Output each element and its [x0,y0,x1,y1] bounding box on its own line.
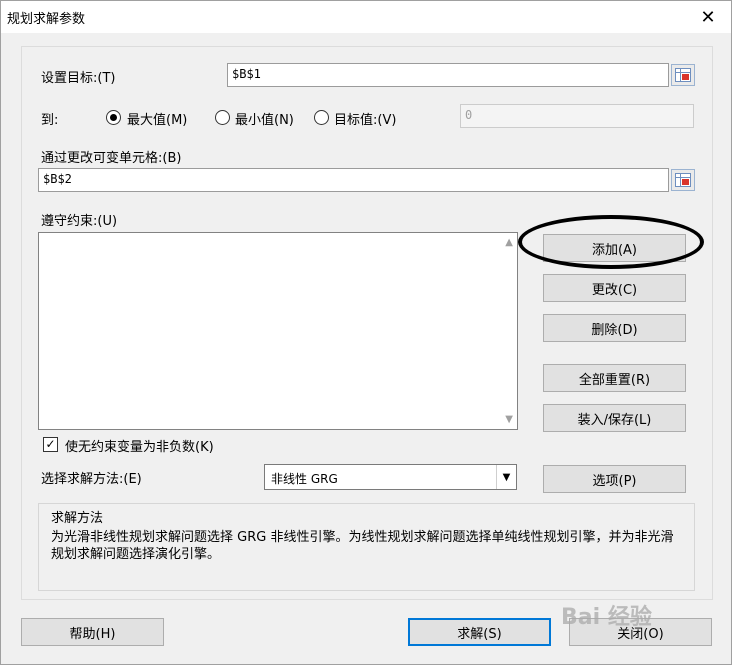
changing-cells-input[interactable]: $B$2 [38,168,669,192]
chevron-down-icon[interactable]: ▼ [496,465,516,489]
solver-dialog: 规划求解参数 ✕ 设置目标:(T) $B$1 到: 最大值(M) 最小值(N) … [0,0,732,665]
close-window-button[interactable]: ✕ [685,1,731,33]
scroll-up-icon[interactable]: ▲ [505,237,513,248]
range-select-icon [675,68,691,82]
solving-method-value: 非线性 GRG [271,472,338,486]
radio-value-label: 目标值:(V) [334,113,397,128]
objective-ref-button[interactable] [671,64,695,86]
set-objective-label: 设置目标:(T) [41,71,116,86]
changing-cells-label: 通过更改可变单元格:(B) [41,151,182,166]
radio-min[interactable] [215,110,230,125]
solving-method-select[interactable]: 非线性 GRG ▼ [264,464,517,490]
reset-all-button[interactable]: 全部重置(R) [543,364,686,392]
value-of-input[interactable]: 0 [460,104,694,128]
solve-button[interactable]: 求解(S) [408,618,551,646]
constraints-label: 遵守约束:(U) [41,214,118,229]
checkmark-icon: ✓ [45,437,56,451]
options-button[interactable]: 选项(P) [543,465,686,493]
radio-min-label: 最小值(N) [235,113,294,128]
solving-method-group: 求解方法 为光滑非线性规划求解问题选择 GRG 非线性引擎。为线性规划求解问题选… [38,503,695,591]
objective-input[interactable]: $B$1 [227,63,669,87]
nonnegative-label: 使无约束变量为非负数(K) [65,440,214,455]
constraints-list[interactable]: ▲ ▼ [38,232,518,430]
change-button[interactable]: 更改(C) [543,274,686,302]
method-description: 为光滑非线性规划求解问题选择 GRG 非线性引擎。为线性规划求解问题选择单纯线性… [51,530,674,562]
radio-max[interactable] [106,110,121,125]
to-label: 到: [41,113,59,128]
range-select-icon [675,173,691,187]
title-bar: 规划求解参数 ✕ [1,1,731,33]
nonnegative-checkbox[interactable]: ✓ [43,437,58,452]
dialog-title: 规划求解参数 [7,12,86,27]
load-save-button[interactable]: 装入/保存(L) [543,404,686,432]
scroll-down-icon[interactable]: ▼ [505,414,513,425]
delete-button[interactable]: 删除(D) [543,314,686,342]
solving-method-label: 选择求解方法:(E) [41,472,142,487]
radio-max-label: 最大值(M) [127,113,188,128]
help-button[interactable]: 帮助(H) [21,618,164,646]
watermark: Bai 经验 [561,605,652,630]
close-icon: ✕ [700,6,716,28]
group-title: 求解方法 [51,511,104,526]
annotation-oval [518,215,704,269]
changing-cells-ref-button[interactable] [671,169,695,191]
radio-value[interactable] [314,110,329,125]
